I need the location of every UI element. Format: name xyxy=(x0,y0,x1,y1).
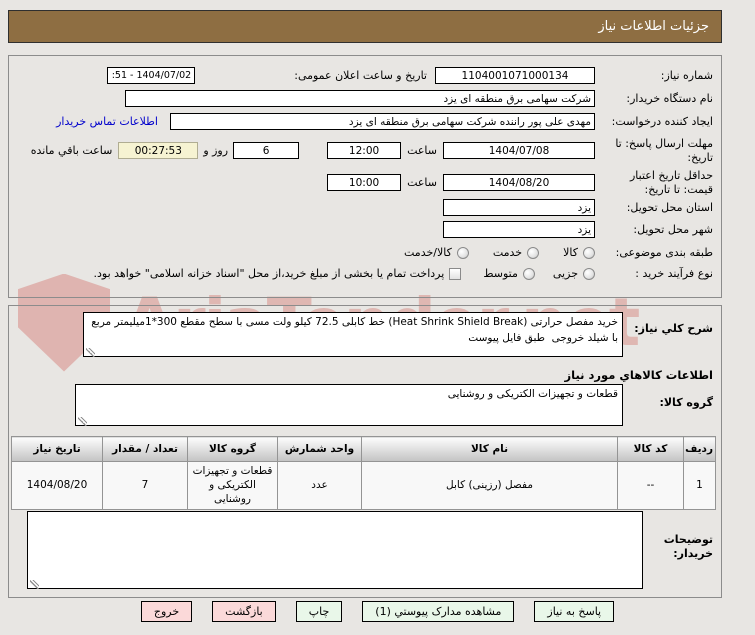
cell-item-code: -- xyxy=(617,461,684,510)
goods-group-label: گروه کالا: xyxy=(659,396,713,409)
cell-row-number: 1 xyxy=(683,461,716,510)
column-header-row-number: ردیف xyxy=(683,436,716,462)
items-table-container: ردیف کد کالا نام کالا واحد شمارش گروه کا… xyxy=(11,436,716,510)
view-attached-documents-button[interactable]: مشاهده مدارک پیوستي (1) xyxy=(362,601,515,622)
cell-item-name: مفصل (رزینی) کابل xyxy=(361,461,618,510)
hours-remaining-label: ساعت باقي مانده xyxy=(30,144,113,158)
radio-goods-label: کالا xyxy=(563,246,578,260)
treasury-note-label: پرداخت تمام یا بخشی از مبلغ خرید،از محل … xyxy=(93,267,445,281)
delivery-province-field[interactable] xyxy=(443,199,595,216)
deadline-date-field[interactable] xyxy=(443,142,595,160)
radio-goods-service[interactable] xyxy=(456,246,469,259)
validity-time-field[interactable] xyxy=(327,174,402,192)
radio-goods[interactable] xyxy=(583,246,595,259)
radio-service[interactable] xyxy=(527,246,540,259)
remaining-days-field[interactable] xyxy=(233,142,300,160)
buyer-org-field[interactable] xyxy=(125,90,595,107)
deadline-hour-label: ساعت xyxy=(407,144,437,158)
countdown-timer: 00:27:53 xyxy=(118,142,199,160)
row-purchase-process: نوع فرآیند خرید : جزیی متوسط پرداخت تمام… xyxy=(94,267,713,281)
buyer-comments-label: توضیحات خریدار: xyxy=(663,533,713,560)
items-table: ردیف کد کالا نام کالا واحد شمارش گروه کا… xyxy=(11,436,716,510)
cell-unit: عدد xyxy=(277,461,362,510)
radio-partial[interactable] xyxy=(583,267,595,280)
row-request-creator: ایجاد کننده درخواست: اطلاعات تماس خریدار xyxy=(56,113,713,130)
delivery-city-field[interactable] xyxy=(443,221,595,238)
need-description-label: شرح کلي نیاز: xyxy=(634,322,713,335)
print-button[interactable]: چاپ xyxy=(295,601,343,622)
row-need-number: شماره نیاز: تاریخ و ساعت اعلان عمومی: xyxy=(107,67,713,84)
goods-group-field[interactable]: قطعات و تجهیزات الکتریکی و روشنایی xyxy=(75,384,623,426)
radio-goods-service-label: کالا/خدمت xyxy=(404,246,452,260)
row-need-description: شرح کلي نیاز: خرید مفصل حرارتی (Heat Shr… xyxy=(83,312,713,360)
back-button[interactable]: بازگشت xyxy=(212,601,276,622)
radio-medium[interactable] xyxy=(522,267,535,280)
validity-hour-label: ساعت xyxy=(407,176,437,190)
column-header-item-name: نام کالا xyxy=(361,436,618,462)
request-creator-label: ایجاد کننده درخواست: xyxy=(611,114,713,128)
column-header-need-date: تاریخ نیاز xyxy=(11,436,103,462)
row-goods-group: گروه کالا: قطعات و تجهیزات الکتریکی و رو… xyxy=(75,384,713,429)
page-title-bar: جزئیات اطلاعات نیاز xyxy=(8,10,722,43)
cell-quantity: 7 xyxy=(102,461,188,510)
column-header-quantity: تعداد / مقدار xyxy=(102,436,188,462)
buyer-comments-field[interactable] xyxy=(27,511,643,589)
radio-medium-label: متوسط xyxy=(483,267,518,281)
row-response-deadline: مهلت ارسال پاسخ: تا تاریخ: ساعت روز و 00… xyxy=(25,137,713,165)
row-price-validity: حداقل تاریخ اعتبار قیمت: تا تاریخ: ساعت xyxy=(327,169,713,197)
delivery-province-label: استان محل تحویل: xyxy=(626,200,713,214)
subject-classification-label: طبقه بندی موضوعی: xyxy=(615,246,713,259)
need-info-groupbox: شماره نیاز: تاریخ و ساعت اعلان عمومی: نا… xyxy=(8,55,722,298)
validity-date-field[interactable] xyxy=(443,174,595,192)
column-header-item-group: گروه کالا xyxy=(187,436,278,462)
treasury-checkbox[interactable] xyxy=(449,267,462,280)
row-buyer-comments: توضیحات خریدار: xyxy=(27,511,713,592)
need-number-field[interactable] xyxy=(435,67,595,84)
deadline-time-field[interactable] xyxy=(327,142,402,160)
page-title: جزئیات اطلاعات نیاز xyxy=(598,19,709,34)
delivery-city-label: شهر محل تحویل: xyxy=(633,222,713,236)
days-and-label: روز و xyxy=(203,144,229,158)
goods-section-header: اطلاعات کالاهاي مورد نیاز xyxy=(564,368,713,382)
response-deadline-label: مهلت ارسال پاسخ: تا تاریخ: xyxy=(615,137,713,164)
need-details-page: AriaTender.net جزئیات اطلاعات نیاز شماره… xyxy=(0,0,755,635)
exit-button[interactable]: خروج xyxy=(140,601,193,622)
announce-datetime-label: تاریخ و ساعت اعلان عمومی: xyxy=(294,68,427,82)
row-delivery-city: شهر محل تحویل: xyxy=(443,221,713,238)
goods-group-wrap: قطعات و تجهیزات الکتریکی و روشنایی xyxy=(75,384,623,429)
request-creator-field[interactable] xyxy=(170,113,595,130)
column-header-unit: واحد شمارش xyxy=(277,436,362,462)
need-description-wrap: خرید مفصل حرارتی (Heat Shrink Shield Bre… xyxy=(83,312,623,360)
row-delivery-province: استان محل تحویل: xyxy=(443,199,713,216)
price-validity-label: حداقل تاریخ اعتبار قیمت: تا تاریخ: xyxy=(629,169,713,196)
purchase-process-label: نوع فرآیند خرید : xyxy=(635,267,713,280)
row-buyer-org: نام دستگاه خریدار: xyxy=(125,90,713,107)
table-row: 1 -- مفصل (رزینی) کابل عدد قطعات و تجهیز… xyxy=(11,461,716,510)
goods-info-groupbox: شرح کلي نیاز: خرید مفصل حرارتی (Heat Shr… xyxy=(8,305,722,598)
respond-to-need-button[interactable]: پاسخ به نیاز xyxy=(534,601,615,622)
buyer-comments-wrap xyxy=(27,511,643,592)
cell-need-date: 1404/08/20 xyxy=(11,461,103,510)
cell-item-group: قطعات و تجهیزات الکتریکی و روشنایی xyxy=(187,461,278,510)
column-header-item-code: کد کالا xyxy=(617,436,684,462)
need-number-label: شماره نیاز: xyxy=(660,68,713,82)
table-header-row: ردیف کد کالا نام کالا واحد شمارش گروه کا… xyxy=(11,436,716,462)
row-subject-classification: طبقه بندی موضوعی: کالا خدمت کالا/خدمت xyxy=(404,246,713,260)
need-description-field[interactable]: خرید مفصل حرارتی (Heat Shrink Shield Bre… xyxy=(83,312,623,357)
buyer-contact-link[interactable]: اطلاعات تماس خریدار xyxy=(56,115,158,128)
buyer-org-label: نام دستگاه خریدار: xyxy=(626,91,713,105)
radio-partial-label: جزیی xyxy=(552,267,578,281)
radio-service-label: خدمت xyxy=(492,246,523,260)
action-button-bar: پاسخ به نیاز مشاهده مدارک پیوستي (1) چاپ… xyxy=(0,601,755,622)
announce-datetime-field[interactable] xyxy=(107,67,196,84)
